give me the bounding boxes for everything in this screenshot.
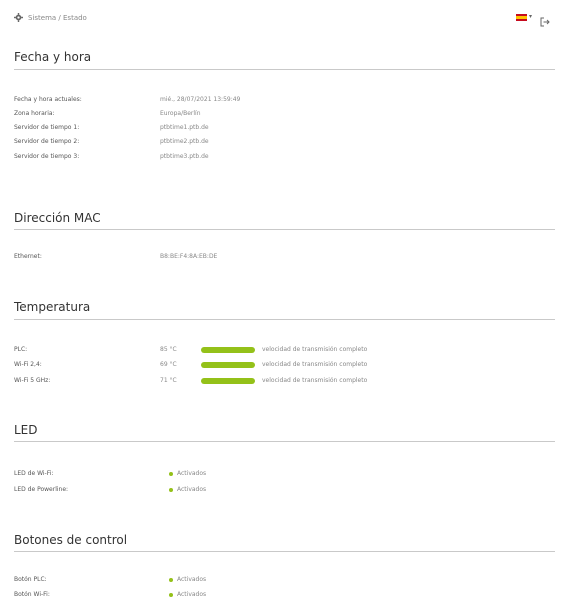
status-dot-icon	[169, 487, 173, 492]
row-label: PLC:	[14, 346, 28, 353]
row-value: Activados	[177, 576, 207, 583]
row-label: Zona horaria:	[14, 110, 55, 117]
row-label: Botón Wi-Fi:	[14, 591, 50, 598]
divider	[14, 551, 555, 552]
breadcrumb: Sistema / Estado	[14, 13, 87, 22]
row-label: Ethernet:	[14, 253, 42, 260]
row-label: LED de Powerline:	[14, 486, 69, 493]
row-label: Botón PLC:	[14, 576, 47, 583]
temperature-row: Wi-Fi 2,4: 69 °C velocidad de transmisió…	[14, 361, 555, 373]
divider	[14, 229, 555, 230]
divider	[14, 319, 555, 320]
temperature-status: velocidad de transmisión completo	[262, 377, 368, 384]
row-value: ptbtime1.ptb.de	[160, 124, 209, 131]
row-value: ptbtime3.ptb.de	[160, 153, 209, 160]
language-caret[interactable]: ▾	[529, 13, 532, 21]
row-value: mié., 28/07/2021 13:59:49	[160, 96, 241, 103]
status-dot-icon	[169, 471, 173, 476]
temperature-row: PLC: 85 °C velocidad de transmisión comp…	[14, 346, 555, 358]
status-dot-icon	[169, 577, 173, 582]
divider	[14, 441, 555, 442]
row-label: LED de Wi-Fi:	[14, 470, 54, 477]
temperature-status: velocidad de transmisión completo	[262, 346, 368, 353]
temperature-status: velocidad de transmisión completo	[262, 361, 368, 368]
spanish-flag-icon[interactable]	[515, 13, 527, 21]
section-title-datetime: Fecha y hora	[14, 50, 92, 64]
row-value: Activados	[177, 591, 207, 598]
row-value: ptbtime2.ptb.de	[160, 138, 209, 145]
row-label: Wi-Fi 5 GHz:	[14, 377, 51, 384]
row-label: Servidor de tiempo 3:	[14, 153, 80, 160]
row-label: Servidor de tiempo 1:	[14, 124, 80, 131]
section-title-temperature: Temperatura	[14, 300, 91, 314]
temperature-value: 69 °C	[160, 361, 177, 368]
section-title-mac: Dirección MAC	[14, 211, 101, 225]
logout-icon[interactable]	[540, 12, 550, 27]
row-value: Europa/Berlín	[160, 110, 201, 117]
temperature-bar	[201, 362, 255, 368]
section-title-buttons: Botones de control	[14, 533, 128, 547]
row-label: Wi-Fi 2,4:	[14, 361, 42, 368]
row-value: Activados	[177, 470, 207, 477]
divider	[14, 69, 555, 70]
temperature-row: Wi-Fi 5 GHz: 71 °C velocidad de transmis…	[14, 377, 555, 389]
gear-icon	[14, 13, 23, 22]
row-value: B8:BE:F4:8A:EB:DE	[160, 253, 218, 260]
temperature-value: 71 °C	[160, 377, 177, 384]
breadcrumb-text[interactable]: Sistema / Estado	[28, 14, 87, 22]
row-label: Fecha y hora actuales:	[14, 96, 82, 103]
status-dot-icon	[169, 592, 173, 597]
temperature-value: 85 °C	[160, 346, 177, 353]
section-title-led: LED	[14, 423, 38, 437]
temperature-bar	[201, 347, 255, 353]
row-value: Activados	[177, 486, 207, 493]
temperature-bar	[201, 378, 255, 384]
row-label: Servidor de tiempo 2:	[14, 138, 80, 145]
top-bar: Sistema / Estado ▾	[14, 13, 550, 27]
